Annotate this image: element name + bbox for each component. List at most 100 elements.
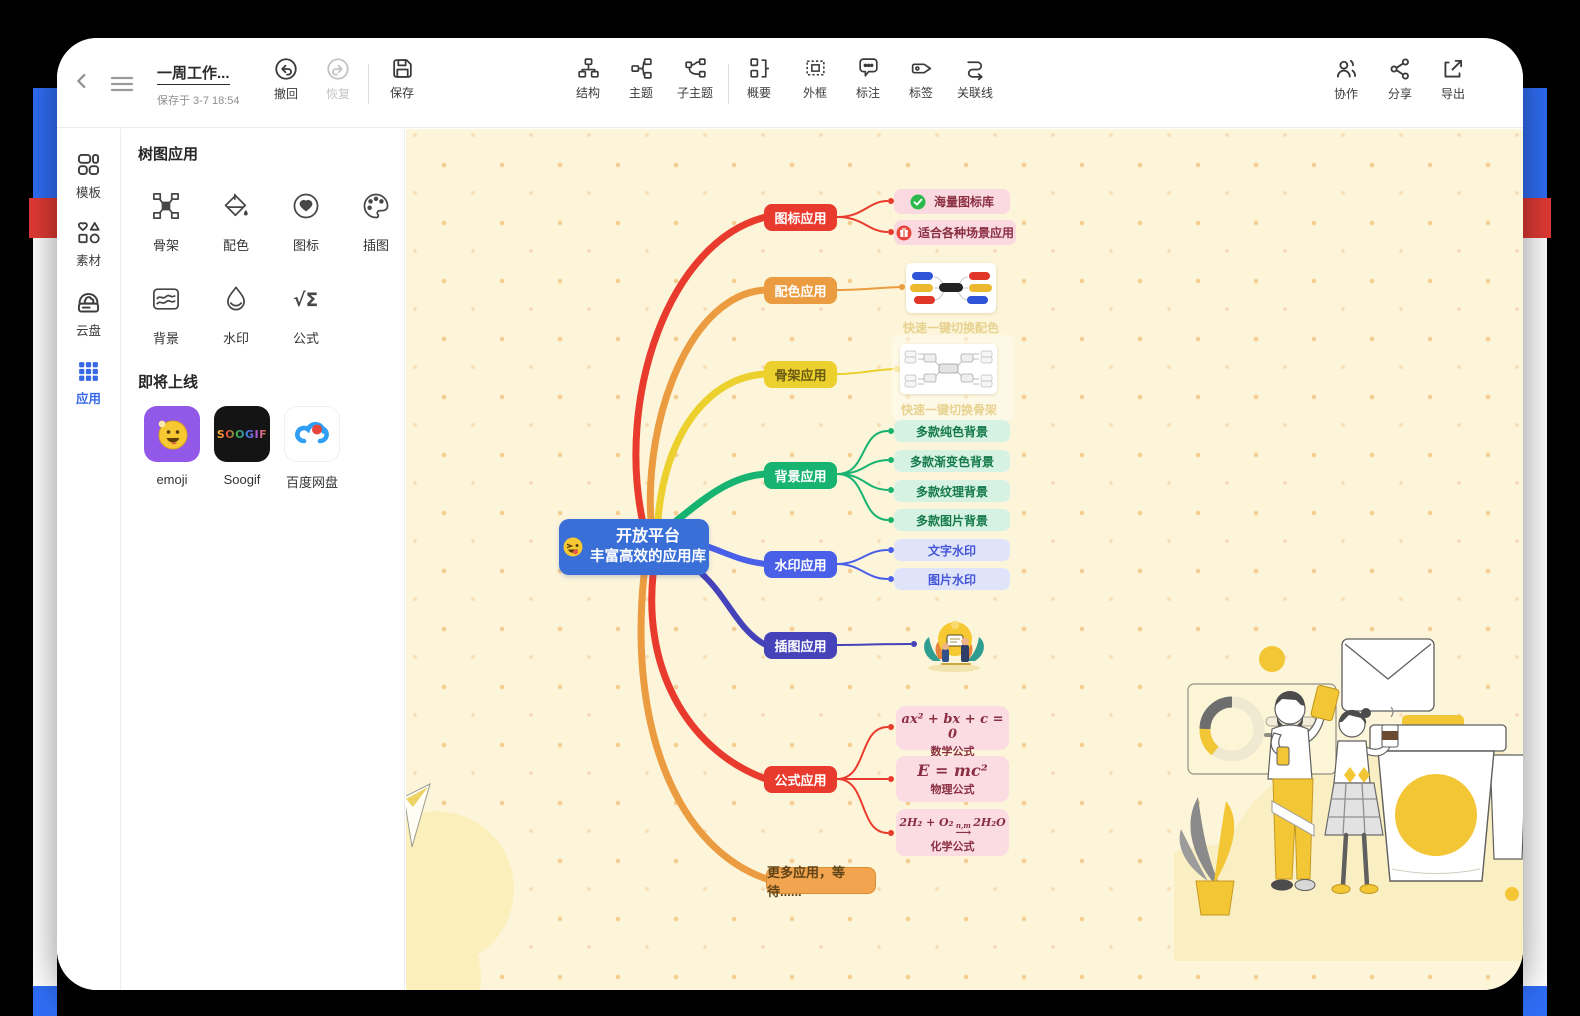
collaborate-button[interactable]: 协作 <box>1320 54 1372 116</box>
export-button[interactable]: 导出 <box>1427 54 1479 116</box>
structure-icon <box>576 56 601 81</box>
tool-tag[interactable]: 标签 <box>895 54 947 116</box>
illustration-child-image[interactable] <box>919 615 989 678</box>
save-icon <box>390 56 415 81</box>
child-icon-library[interactable]: 海量图标库 <box>894 189 1010 214</box>
root-node-text: 开放平台 丰富高效的应用库 <box>590 526 706 567</box>
heart-badge-icon <box>291 191 321 221</box>
branch-icon-apps[interactable]: 图标应用 <box>764 204 837 231</box>
bg-stripe-right-white <box>1523 238 1547 986</box>
color-scheme-preview-image[interactable] <box>906 263 996 313</box>
bg-stripe-right-blue <box>1523 88 1547 198</box>
toolbar-separator <box>368 64 369 104</box>
tool-structure[interactable]: 结构 <box>562 54 614 116</box>
hamburger-icon <box>109 74 135 94</box>
branch-watermark-apps[interactable]: 水印应用 <box>764 551 837 578</box>
child-solid-backgrounds[interactable]: 多款纯色背景 <box>894 420 1010 442</box>
reaction-arrow: n,m⟶ <box>955 823 971 837</box>
toolbar-separator <box>728 64 729 104</box>
child-texture-backgrounds[interactable]: 多款纹理背景 <box>894 480 1010 502</box>
child-gradient-backgrounds[interactable]: 多款渐变色背景 <box>894 450 1010 472</box>
menu-button[interactable] <box>105 72 139 98</box>
app-icons[interactable]: 图标 <box>277 191 335 254</box>
child-image-watermark[interactable]: 图片水印 <box>894 568 1010 590</box>
physics-formula-text: E = mc² <box>896 761 1009 780</box>
child-chemistry-formula[interactable]: 2H₂ + O₂n,m⟶2H₂O 化学公式 <box>896 809 1009 856</box>
back-button[interactable] <box>67 68 97 98</box>
callout-icon <box>856 56 881 81</box>
left-rail: 模板 素材 云盘 应用 <box>57 129 120 990</box>
tile-label: emoji <box>134 472 210 487</box>
mini-mindmap-colored <box>906 263 996 313</box>
redo-button[interactable]: 恢复 <box>312 54 364 116</box>
branch-formula-apps[interactable]: 公式应用 <box>764 766 837 793</box>
palette-icon <box>361 191 391 221</box>
app-watermark[interactable]: 水印 <box>207 284 265 347</box>
sidebar-item-apps[interactable]: 应用 <box>57 359 120 407</box>
math-formula-text: ax² + bx + c = 0 <box>896 712 1009 742</box>
bg-stripe-left-red <box>29 198 57 238</box>
tool-subtopic[interactable]: 子主题 <box>665 54 725 116</box>
skeleton-preview-image[interactable] <box>900 344 997 394</box>
child-image-backgrounds[interactable]: 多款图片背景 <box>894 509 1010 531</box>
save-button[interactable]: 保存 <box>376 54 428 116</box>
tile-emoji[interactable] <box>144 406 200 462</box>
formula-icon: √Σ <box>291 284 321 314</box>
cloud-disk-icon <box>75 289 102 316</box>
tile-label: 百度网盘 <box>274 472 350 491</box>
sidebar-item-material[interactable]: 素材 <box>57 219 120 269</box>
bg-stripe-left-blue2 <box>33 986 57 1016</box>
summary-icon <box>747 56 772 81</box>
tool-frame[interactable]: 外框 <box>789 54 841 116</box>
skeleton-app-icon <box>151 191 181 221</box>
app-formula[interactable]: √Σ 公式 <box>277 284 335 347</box>
branch-color-apps[interactable]: 配色应用 <box>764 277 837 304</box>
apps-grid-icon <box>76 359 101 384</box>
mini-mindmap-gray <box>900 344 997 394</box>
tool-summary[interactable]: 概要 <box>733 54 785 116</box>
bg-stripe-left-blue <box>33 88 57 198</box>
bg-stripe-right-red <box>1523 198 1551 238</box>
branch-illustration-apps[interactable]: 插图应用 <box>764 632 837 659</box>
root-node[interactable]: 开放平台 丰富高效的应用库 <box>559 519 709 575</box>
child-math-formula[interactable]: ax² + bx + c = 0 数学公式 <box>896 706 1009 750</box>
app-skeleton[interactable]: 骨架 <box>137 191 195 254</box>
chemistry-formula-caption: 化学公式 <box>896 838 1009 854</box>
tile-baidu-pan[interactable] <box>284 406 340 462</box>
mindmap-canvas[interactable]: 开放平台 丰富高效的应用库 图标应用 配色应用 骨架应用 背景应用 水印应用 插… <box>406 129 1523 990</box>
app-illustration[interactable]: 插图 <box>347 191 405 254</box>
share-button[interactable]: 分享 <box>1374 54 1426 116</box>
emoji-smiley-icon <box>152 414 192 454</box>
redo-icon <box>325 56 351 82</box>
document-title[interactable]: 一周工作... <box>157 62 230 85</box>
tile-soogif[interactable]: SOOGIF <box>214 406 270 462</box>
tool-topic[interactable]: 主题 <box>615 54 667 116</box>
gift-circle-icon <box>896 225 912 241</box>
skeleton-preview-caption: 快速一键切换骨架 <box>884 401 1014 418</box>
app-color-scheme[interactable]: 配色 <box>207 191 265 254</box>
sidebar-item-template[interactable]: 模板 <box>57 151 120 201</box>
material-shapes-icon <box>75 219 102 246</box>
water-drop-icon <box>221 284 251 314</box>
sidebar-item-cloud-disk[interactable]: 云盘 <box>57 289 120 339</box>
tag-icon <box>909 56 934 81</box>
child-physics-formula[interactable]: E = mc² 物理公式 <box>896 756 1009 802</box>
app-background[interactable]: 背景 <box>137 284 195 347</box>
branch-skeleton-apps[interactable]: 骨架应用 <box>764 361 837 388</box>
apps-panel: 树图应用 骨架 配色 图标 插图 背景 水印 √Σ 公式 即将上线 <box>120 129 405 990</box>
bg-stripe-right-blue2 <box>1523 986 1547 1016</box>
bg-stripe-left-white <box>33 238 57 986</box>
tool-callout[interactable]: 标注 <box>842 54 894 116</box>
tile-label: Soogif <box>204 472 280 487</box>
child-text-watermark[interactable]: 文字水印 <box>894 539 1010 561</box>
tool-relation[interactable]: 关联线 <box>945 54 1005 116</box>
branch-background-apps[interactable]: 背景应用 <box>764 462 837 489</box>
branch-more-apps[interactable]: 更多应用，等待...... <box>766 867 876 894</box>
topic-icon <box>629 56 654 81</box>
export-icon <box>1440 56 1466 82</box>
soogif-wordmark: SOOGIF <box>217 428 267 441</box>
child-icon-scenarios[interactable]: 适合各种场景应用 <box>894 220 1016 245</box>
undo-button[interactable]: 撤回 <box>260 54 312 116</box>
paint-bucket-icon <box>221 191 251 221</box>
collaborate-icon <box>1333 56 1359 82</box>
